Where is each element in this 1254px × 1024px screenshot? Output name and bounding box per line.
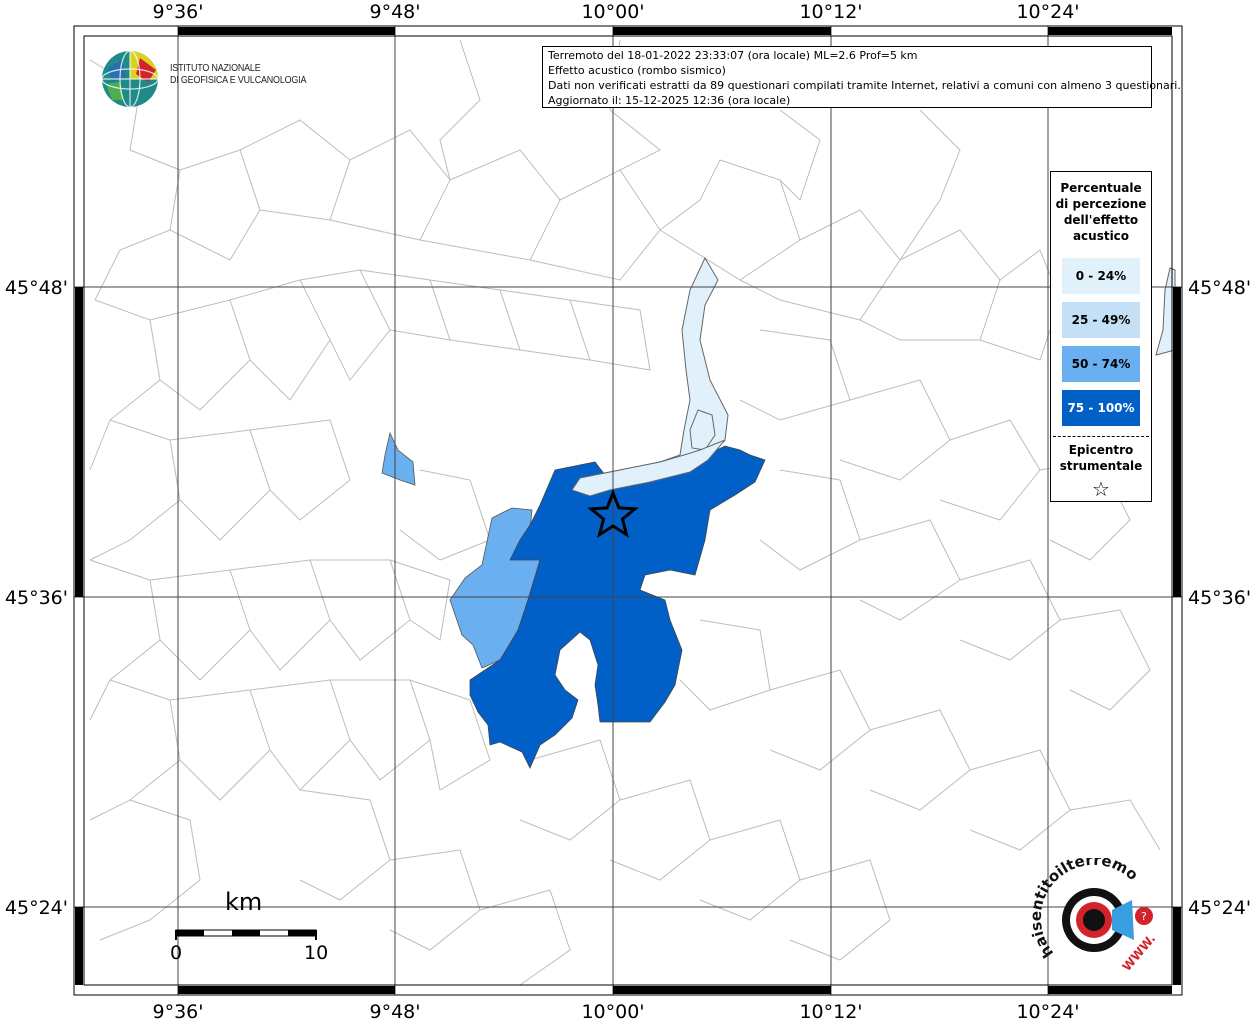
- legend-swatch-label: 0 - 24%: [1075, 269, 1127, 283]
- left-tick-label: 45°24': [5, 897, 68, 919]
- legend-title: Percentuale di percezione dell'effetto a…: [1055, 181, 1147, 243]
- scale-bar: km 0 10: [170, 888, 340, 968]
- top-tick-labels: 9°36' 9°48' 10°00' 10°12' 10°24': [153, 1, 1080, 23]
- ingv-logo-text: ISTITUTO NAZIONALE DI GEOFISICA E VULCAN…: [170, 62, 307, 86]
- right-tick-label: 45°48': [1188, 277, 1251, 299]
- legend-swatch-25-49: 25 - 49%: [1062, 302, 1140, 338]
- left-tick-label: 45°48': [5, 277, 68, 299]
- top-tick-label: 9°48': [370, 1, 421, 23]
- legend-swatch-label: 25 - 49%: [1071, 313, 1131, 327]
- ingv-globe-icon: [101, 50, 159, 108]
- legend-swatch-75-100: 75 - 100%: [1062, 390, 1140, 426]
- scale-end: 10: [304, 942, 329, 964]
- left-tick-labels: 45°48' 45°36' 45°24': [5, 277, 68, 919]
- scale-unit: km: [225, 888, 263, 916]
- legend-separator: [1053, 436, 1149, 437]
- event-info-box: Terremoto del 18-01-2022 23:33:07 (ora l…: [542, 46, 1181, 108]
- zone-50-74-west: [381, 431, 416, 486]
- legend-swatch-50-74: 50 - 74%: [1062, 346, 1140, 382]
- right-tick-label: 45°36': [1188, 587, 1251, 609]
- left-tick-label: 45°36': [5, 587, 68, 609]
- epicenter-label: Epicentro strumentale: [1059, 443, 1143, 473]
- haisentito-logo-icon: ? haisentitoilterremoto.it WWW.: [1019, 844, 1159, 974]
- event-title: Terremoto del 18-01-2022 23:33:07 (ora l…: [548, 49, 918, 62]
- haisentito-www: WWW.: [1120, 932, 1159, 974]
- legend-swatch-0-24: 0 - 24%: [1062, 258, 1140, 294]
- legend-swatch-label: 75 - 100%: [1067, 401, 1135, 415]
- bottom-tick-label: 9°36': [153, 1001, 204, 1023]
- bottom-tick-label: 10°00': [581, 1001, 644, 1023]
- effect-type: Effetto acustico (rombo sismico): [548, 64, 726, 77]
- top-tick-label: 10°00': [581, 1, 644, 23]
- svg-text:?: ?: [1141, 910, 1147, 923]
- top-tick-label: 10°12': [799, 1, 862, 23]
- updated-timestamp: Aggiornato il: 15-12-2025 12:36 (ora loc…: [548, 94, 791, 107]
- ingv-logo: ISTITUTO NAZIONALE DI GEOFISICA E VULCAN…: [100, 48, 310, 108]
- bottom-tick-label: 10°24': [1016, 1001, 1079, 1023]
- top-tick-label: 9°36': [153, 1, 204, 23]
- epicenter-legend-star-icon: ☆: [1092, 477, 1110, 501]
- bottom-tick-label: 9°48': [370, 1001, 421, 1023]
- top-tick-label: 10°24': [1016, 1, 1079, 23]
- legend: Percentuale di percezione dell'effetto a…: [1050, 171, 1152, 502]
- haisentito-logo: ? haisentitoilterremoto.it WWW.: [1019, 844, 1174, 978]
- right-tick-label: 45°24': [1188, 897, 1251, 919]
- scale-start: 0: [170, 942, 183, 964]
- data-note: Dati non verificati estratti da 89 quest…: [548, 79, 1181, 92]
- right-tick-labels: 45°48' 45°36' 45°24': [1188, 277, 1251, 919]
- bottom-tick-label: 10°12': [799, 1001, 862, 1023]
- legend-swatch-label: 50 - 74%: [1071, 357, 1131, 371]
- bottom-tick-labels: 9°36' 9°48' 10°00' 10°12' 10°24': [153, 1001, 1080, 1023]
